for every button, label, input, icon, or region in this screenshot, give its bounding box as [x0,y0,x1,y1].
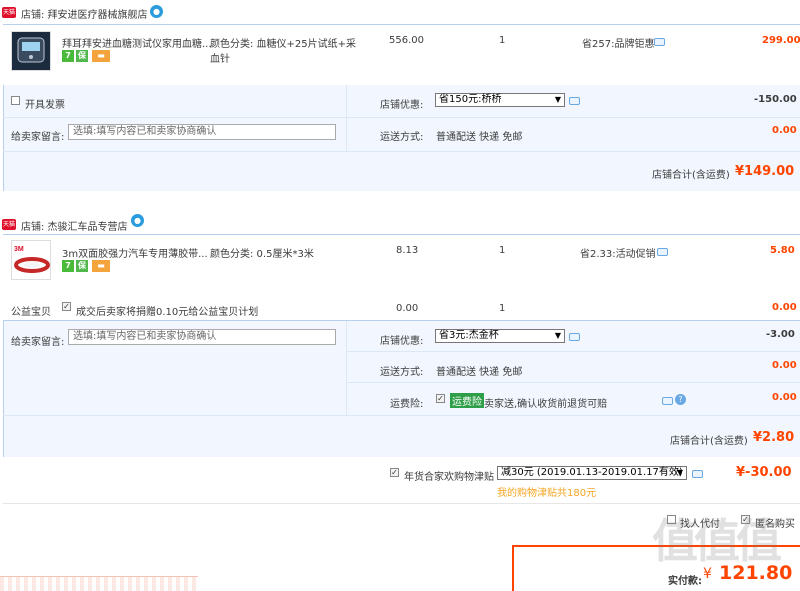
insurance-text: 卖家送,确认收货前退货可赔 [484,399,608,410]
charity-price: 0.00 [396,303,419,314]
seller-message-input[interactable]: 选填:填写内容已和卖家协商确认 [68,329,336,345]
guarantee-icon: 保 [76,50,88,62]
message-label: 给卖家留言: [11,337,65,348]
dropdown-arrow-icon: ▼ [554,331,561,340]
product-sku: 颜色分类: 血糖仪+25片试纸+采 [210,39,357,50]
seller-message-input[interactable]: 选填:填写内容已和卖家协商确认 [68,124,336,140]
seven-day-return-icon: 7 [62,260,74,272]
coupon-checkbox[interactable]: ✓ [390,468,399,477]
divider [3,117,800,118]
item-discount: 省257:品牌钜惠 [582,39,655,50]
item-discount: 省2.33:活动促销 [580,249,656,260]
shop-total-label: 店铺合计(含运费) [652,170,730,181]
insurance-amount: 0.00 [772,392,797,403]
dropdown-arrow-icon: ▼ [676,468,683,477]
invoice-checkbox[interactable] [11,96,20,105]
wangwang-chat-icon[interactable]: ● [131,214,144,227]
tmall-badge: 天猫 [2,7,16,18]
dropdown-arrow-icon: ▼ [554,95,561,104]
unit-price: 556.00 [389,35,424,46]
chat-bubble-icon[interactable] [569,97,580,105]
charity-checkbox[interactable]: ✓ [62,302,71,311]
insurance-label: 运费险: [390,399,424,410]
chat-bubble-icon[interactable] [662,397,673,405]
item-subtotal: 5.80 [770,245,795,256]
item-subtotal: 299.00 [762,35,800,46]
shipping-amount: 0.00 [772,360,797,371]
divider [3,320,800,321]
guarantee-icon: 保 [76,260,88,272]
tmall-badge: 天猫 [2,219,16,230]
shop-promo-select[interactable]: 省150元:桥桥 ▼ [435,93,565,107]
decor-strip [0,576,198,591]
product-thumbnail[interactable] [11,31,51,71]
divider [3,415,800,416]
product-thumbnail[interactable]: 3M [11,240,51,280]
quantity: 1 [499,245,506,256]
shop-promo-select[interactable]: 省3元:杰金杯 ▼ [435,329,565,343]
shop-promo-label: 店铺优惠: [380,336,424,347]
coupon-select[interactable]: 减30元 (2019.01.13-2019.01.17有效) ▼ [497,466,687,480]
shop-promo-label: 店铺优惠: [380,100,424,111]
credit-card-icon: ▬ [92,50,110,62]
quantity: 1 [499,35,506,46]
shop-name[interactable]: 店铺: 杰骏汇车品专营店 [21,218,128,233]
product-title[interactable]: 3m双面胶强力汽车专用薄胶带... [62,245,208,260]
divider [346,382,800,383]
shop-total-value: ¥149.00 [735,164,795,179]
seven-day-return-icon: 7 [62,50,74,62]
payment-label: 实付款: [668,576,702,587]
svg-text:3M: 3M [14,246,24,253]
divider [346,351,800,352]
help-icon[interactable]: ? [675,394,686,405]
shop-promo-amount: -3.00 [766,329,795,340]
wangwang-chat-icon[interactable]: ● [150,5,163,18]
divider [3,151,800,152]
shipping-label: 运送方式: [380,367,424,378]
glucose-meter-image [12,32,50,70]
shipping-method: 普通配送 快递 免邮 [436,367,523,378]
watermark: 值值值 [652,514,782,568]
product-title[interactable]: 拜耳拜安进血糖测试仪家用血糖... [62,35,212,50]
coupon-note[interactable]: 我的购物津贴共180元 [497,484,596,499]
divider [3,234,800,235]
shop-name[interactable]: 店铺: 拜安进医疗器械旗舰店 [21,6,148,21]
chat-bubble-icon[interactable] [569,333,580,341]
charity-text: 成交后卖家将捐赠0.10元给公益宝贝计划 [76,307,259,318]
shop-total-value: ¥2.80 [753,430,795,445]
product-sku: 颜色分类: 0.5厘米*3米 [210,249,314,260]
insurance-checkbox[interactable]: ✓ [436,394,445,403]
shipping-amount: 0.00 [772,125,797,136]
shop-total-label: 店铺合计(含运费) [670,436,748,447]
panel-divider [346,85,347,151]
insurance-tag: 运费险 [450,393,484,408]
chat-bubble-icon[interactable] [657,248,668,256]
charity-label: 公益宝贝 [11,307,51,318]
unit-price: 8.13 [396,245,419,256]
coupon-label: 年货合家欢购物津贴 [404,472,494,483]
chat-bubble-icon[interactable] [654,38,665,46]
panel-divider [346,320,347,415]
invoice-label: 开具发票 [25,100,65,111]
divider [3,503,800,504]
product-sku-cont: 血针 [210,54,230,65]
tape-roll-image: 3M [12,241,50,279]
charity-qty: 1 [499,303,506,314]
coupon-amount: ¥-30.00 [736,465,792,480]
shipping-method: 普通配送 快递 免邮 [436,132,523,143]
chat-bubble-icon[interactable] [692,470,703,478]
divider [3,24,800,25]
charity-amount: 0.00 [772,302,797,313]
shop-promo-amount: -150.00 [754,94,797,105]
message-label: 给卖家留言: [11,132,65,143]
credit-card-icon: ▬ [92,260,110,272]
shipping-label: 运送方式: [380,132,424,143]
